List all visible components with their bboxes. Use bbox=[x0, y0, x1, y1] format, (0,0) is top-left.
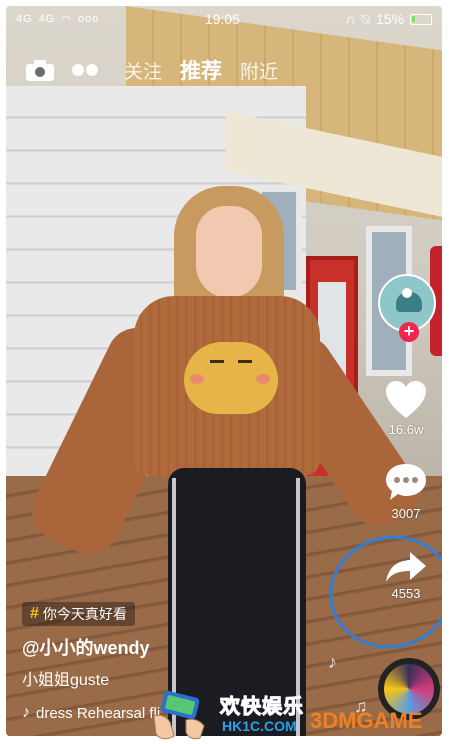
top-nav: 关注 推荐 附近 bbox=[6, 52, 442, 88]
camera-icon[interactable] bbox=[26, 60, 54, 81]
floating-note-icon: ♪ bbox=[328, 652, 337, 672]
more-status-icon: ooo bbox=[77, 13, 100, 25]
comment-button[interactable]: 3007 bbox=[374, 462, 438, 521]
status-left: 4G 4G ◠ ooo bbox=[16, 13, 99, 26]
status-right: ∩ ⍉ 15% bbox=[345, 11, 432, 28]
wifi-icon: ◠ bbox=[61, 13, 72, 26]
heart-icon bbox=[374, 380, 438, 420]
comment-count: 3007 bbox=[391, 506, 421, 521]
hand-phone-logo bbox=[153, 690, 205, 740]
chick-graphic bbox=[184, 342, 278, 414]
hashtag-icon: # bbox=[30, 605, 39, 622]
like-button[interactable]: 16.6w bbox=[374, 380, 438, 437]
chick-eye bbox=[238, 360, 252, 363]
watermark-url: HK1C.COM bbox=[222, 718, 297, 734]
signal-icon: 4G bbox=[38, 13, 56, 25]
follow-button[interactable]: + bbox=[399, 322, 419, 342]
alarm-icon: ⍉ bbox=[361, 10, 370, 27]
watermark-brand: 3DMGAME bbox=[310, 708, 423, 733]
chick-cheek bbox=[256, 374, 270, 384]
hashtag-chip[interactable]: # 你今天真好看 bbox=[22, 602, 135, 626]
username[interactable]: @小小的wendy bbox=[22, 634, 352, 660]
chick-cheek bbox=[190, 374, 204, 384]
music-note-icon: ♪ bbox=[22, 704, 30, 721]
tab-following[interactable]: 关注 bbox=[124, 57, 162, 84]
person-face bbox=[196, 206, 262, 298]
headset-icon: ∩ bbox=[345, 11, 356, 27]
tab-nearby[interactable]: 附近 bbox=[240, 57, 278, 84]
tab-recommended[interactable]: 推荐 bbox=[180, 55, 222, 85]
comment-icon bbox=[374, 462, 438, 504]
clock: 19:05 bbox=[204, 11, 240, 27]
chick-eye bbox=[210, 360, 224, 363]
battery-percent: 15% bbox=[375, 11, 404, 27]
watermark-cn-text: 欢快娱乐 bbox=[220, 696, 304, 719]
watermark: 欢快娱乐 HK1C.COM 3DMGAME bbox=[150, 686, 450, 742]
hashtag-text: 你今天真好看 bbox=[42, 606, 127, 622]
signal-icon: 4G bbox=[16, 13, 33, 25]
battery-icon bbox=[409, 13, 432, 25]
status-bar: 4G 4G ◠ ooo 19:05 ∩ ⍉ 15% bbox=[6, 6, 442, 32]
avatar-eye bbox=[402, 288, 412, 298]
like-count: 16.6w bbox=[388, 422, 424, 437]
video-screen[interactable]: 4G 4G ◠ ooo 19:05 ∩ ⍉ 15% 关注 推荐 附近 + 16.… bbox=[6, 6, 442, 736]
live-icon[interactable] bbox=[72, 64, 98, 76]
